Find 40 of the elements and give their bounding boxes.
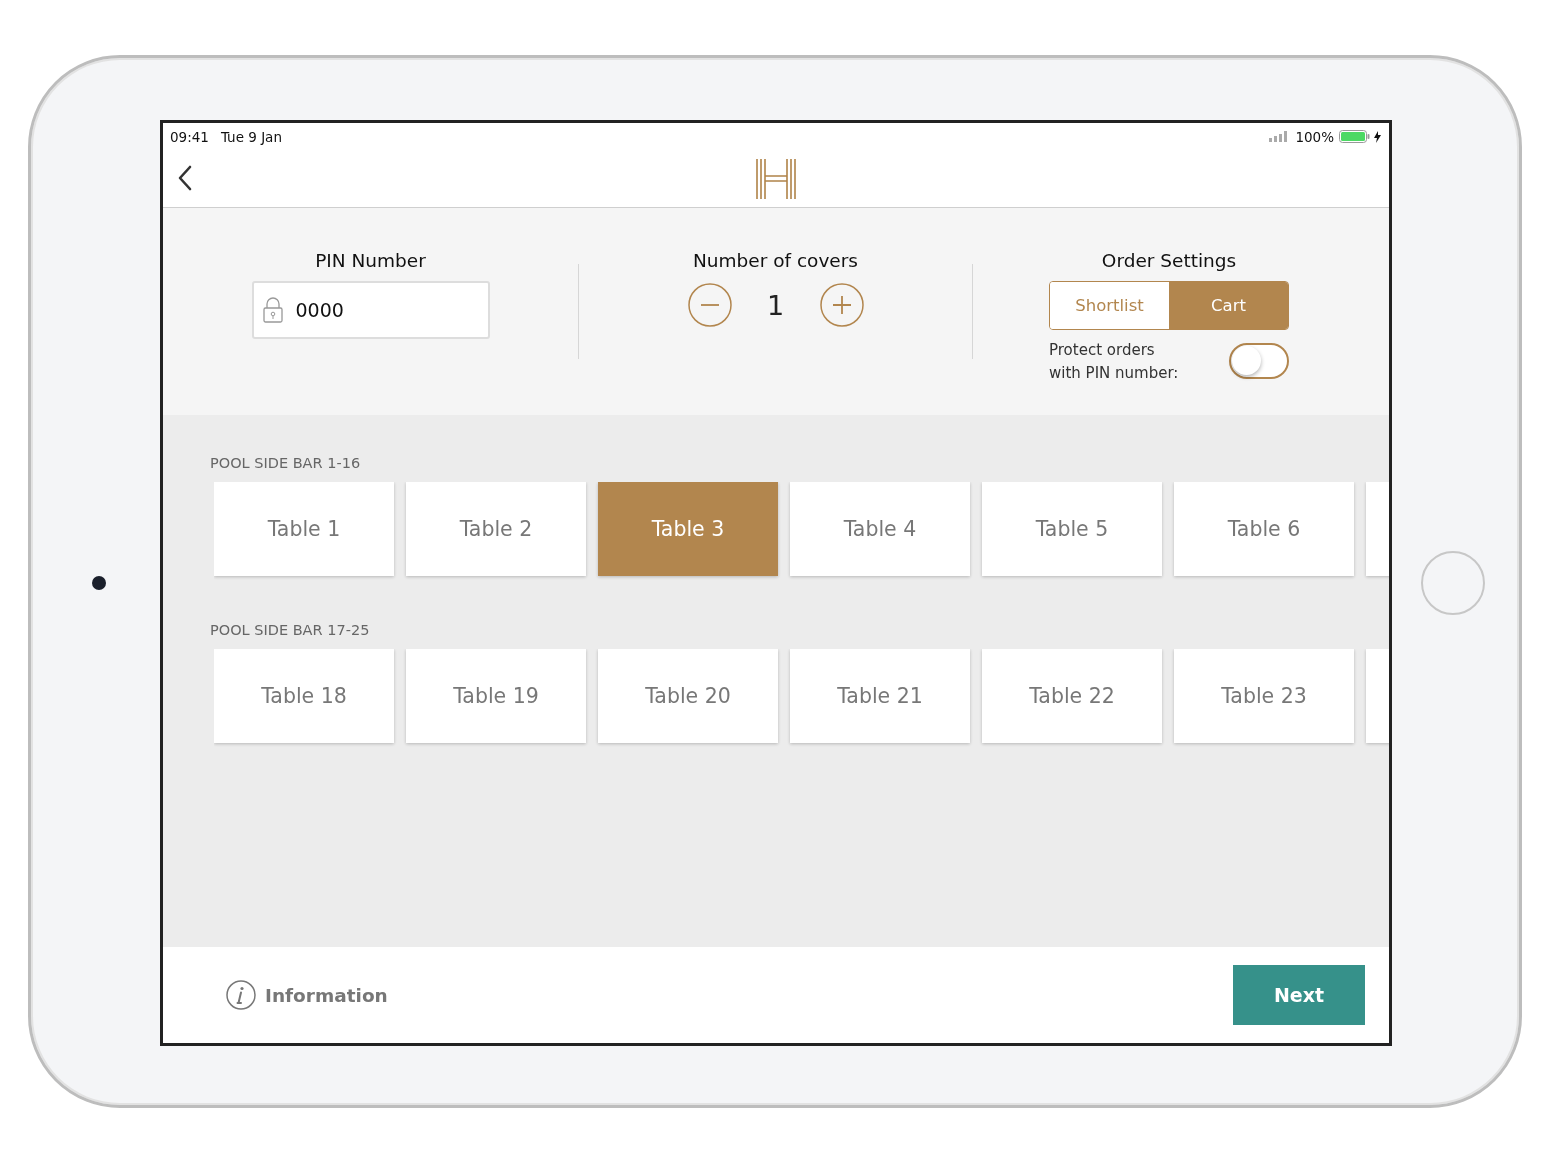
table-tile[interactable]: Table 4 — [790, 482, 970, 576]
protect-toggle[interactable] — [1229, 343, 1289, 379]
covers-label: Number of covers — [693, 250, 858, 271]
table-tile[interactable] — [1366, 649, 1389, 743]
table-tile[interactable]: Table 23 — [1174, 649, 1354, 743]
table-tile[interactable]: Table 1 — [214, 482, 394, 576]
lock-icon — [262, 297, 283, 323]
table-tile[interactable]: Table 22 — [982, 649, 1162, 743]
mode-tab[interactable]: Cart — [1169, 282, 1288, 329]
camera-icon — [91, 576, 106, 590]
minus-icon[interactable] — [687, 283, 732, 327]
table-tile[interactable]: Table 5 — [982, 482, 1162, 576]
information-link[interactable]: Information — [265, 984, 388, 1006]
table-tile[interactable]: Table 3 — [598, 482, 778, 576]
status-time: 09:41 — [170, 128, 209, 145]
battery-icon — [1339, 130, 1370, 143]
table-tile[interactable]: Table 6 — [1174, 482, 1354, 576]
mode-tab[interactable]: Shortlist — [1050, 282, 1169, 329]
info-icon[interactable] — [226, 980, 256, 1010]
plus-icon[interactable] — [819, 283, 864, 327]
pin-field[interactable]: 0000 — [251, 281, 490, 339]
pin-label: PIN Number — [315, 250, 426, 271]
section-title: POOL SIDE BAR 17-25 — [210, 622, 371, 638]
charging-icon — [1374, 130, 1381, 143]
battery-percent: 100% — [1295, 128, 1334, 145]
section-title: POOL SIDE BAR 1-16 — [210, 455, 362, 471]
order-settings-label: Order Settings — [1101, 250, 1237, 271]
status-date: Tue 9 Jan — [220, 128, 282, 145]
table-tile[interactable]: Table 2 — [406, 482, 586, 576]
signal-icon — [1269, 131, 1290, 142]
table-tile[interactable]: Table 20 — [598, 649, 778, 743]
logo-icon — [755, 157, 797, 200]
covers-count: 1 — [765, 289, 786, 321]
next-button[interactable]: Next — [1233, 965, 1365, 1025]
protect-label: Protect orders with PIN number: — [1049, 340, 1180, 384]
back-icon[interactable] — [177, 165, 193, 191]
table-tile[interactable]: Table 19 — [406, 649, 586, 743]
table-tile[interactable]: Table 18 — [214, 649, 394, 743]
table-tile[interactable]: Table 21 — [790, 649, 970, 743]
table-tile[interactable] — [1366, 482, 1389, 576]
